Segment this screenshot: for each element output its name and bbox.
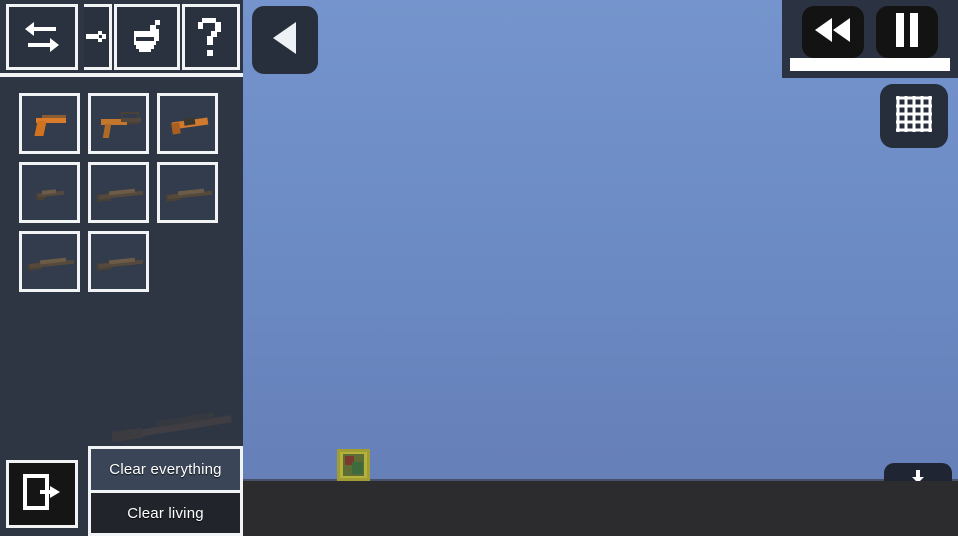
clear-living-button[interactable]: Clear living <box>91 493 240 533</box>
arrow-right-icon <box>85 28 108 46</box>
toolbar-divider <box>0 73 243 77</box>
exit-button[interactable] <box>6 460 78 528</box>
paint-bucket-icon <box>128 17 166 57</box>
rewind-button[interactable] <box>802 6 864 58</box>
weapon-slot-8[interactable] <box>88 231 149 292</box>
grid-toggle-button[interactable] <box>880 84 948 148</box>
question-mark-icon <box>197 16 225 58</box>
playback-panel <box>782 0 958 78</box>
weapon-slot-5[interactable] <box>88 162 149 223</box>
pause-icon <box>893 12 921 52</box>
clear-menu: Clear everything Clear living <box>88 446 243 536</box>
exit-door-icon <box>22 472 62 517</box>
weapon-slot-7[interactable] <box>19 231 80 292</box>
back-triangle-icon <box>268 19 302 62</box>
rewind-icon <box>813 17 853 48</box>
back-button[interactable] <box>252 6 318 74</box>
weapon-slot-1[interactable] <box>19 93 80 154</box>
toolbar-next-button[interactable] <box>84 4 112 70</box>
toolbar-paint-button[interactable] <box>114 4 180 70</box>
game-screen: Clear everything Clear living <box>0 0 958 536</box>
pause-button[interactable] <box>876 6 938 58</box>
crate-block-mark-green <box>352 462 363 474</box>
weapon-slot-grid <box>19 93 231 297</box>
weapon-slot-6[interactable] <box>157 162 218 223</box>
crate-block-entity[interactable] <box>337 449 370 481</box>
weapon-preview-ghost <box>111 408 242 443</box>
sidebar-toolbar <box>0 0 243 77</box>
weapon-slot-2[interactable] <box>88 93 149 154</box>
weapon-sidebar: Clear everything Clear living <box>0 0 243 536</box>
speed-slider[interactable] <box>790 58 950 71</box>
clear-everything-button[interactable]: Clear everything <box>91 449 240 493</box>
toolbar-swap-button[interactable] <box>6 4 78 70</box>
weapon-slot-3[interactable] <box>157 93 218 154</box>
ground-occluder <box>860 481 958 536</box>
toolbar-help-button[interactable] <box>182 4 240 70</box>
grid-icon <box>894 94 934 139</box>
crate-block-face <box>343 454 364 476</box>
swap-arrows-icon <box>22 19 62 55</box>
weapon-slot-4[interactable] <box>19 162 80 223</box>
